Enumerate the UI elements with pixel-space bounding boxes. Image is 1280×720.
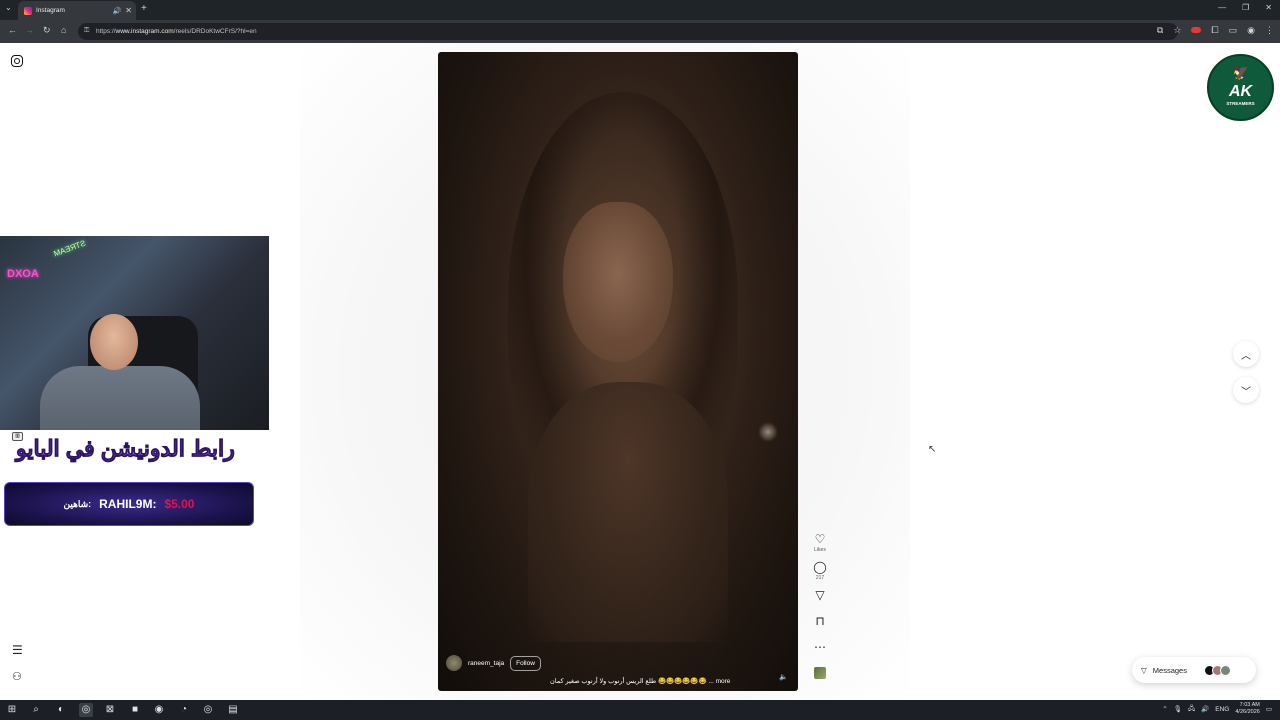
system-tray: ⌃ 🎙 🖧 🔊 ENG 7:03 AM 4/26/2026 ▭ [1162, 702, 1272, 716]
reel-video[interactable]: raneem_taja Follow طلع الريس أرنوب ولا أ… [438, 52, 798, 691]
menu-kebab-icon[interactable]: ⋮ [1265, 25, 1274, 36]
messages-button[interactable]: ▽ Messages [1132, 657, 1256, 683]
home-icon[interactable]: ⌂ [61, 25, 66, 35]
sidebar-icon[interactable]: ▭ [1229, 25, 1238, 36]
donation-amount: $5.00 [164, 497, 195, 511]
follow-button[interactable]: Follow [510, 655, 541, 671]
message-avatars [1203, 664, 1231, 676]
clock-date: 4/26/2026 [1235, 709, 1260, 715]
browser-tab-strip: ⌄ Instagram 🔊 ✕ + — ❐ ✕ [0, 0, 1280, 20]
mic-icon[interactable]: 🎙 [1174, 705, 1182, 713]
donor-name: RAHIL9M: [99, 497, 157, 511]
discord-icon[interactable]: ◔ [177, 703, 191, 717]
url-path: /reels/DRDoKtwCFrS/?hl=en [173, 28, 257, 35]
next-reel-button[interactable]: ﹀ [1233, 377, 1259, 403]
volume-icon[interactable]: 🔊 [1201, 705, 1209, 713]
neon-sign-pink: DXOA [7, 268, 39, 280]
excel-icon[interactable]: ⊠ [103, 703, 117, 717]
reel-caption[interactable]: طلع الريس أرنوب ولا أرنوب صغير كمان 😂😂😂😂… [550, 677, 730, 685]
audio-thumbnail[interactable] [814, 667, 826, 679]
send-icon: ▽ [1141, 665, 1147, 675]
instagram-favicon-icon [24, 6, 32, 15]
chrome-icon[interactable]: ◎ [79, 703, 93, 717]
donation-banner: شاهين: RAHIL9M: $5.00 [4, 482, 254, 526]
video-subject-body [528, 382, 728, 642]
windows-taskbar: ⊞ ⌕ ◐ ◎ ⊠ ■ ◉ ◔ ◎ ▤ ⌃ 🎙 🖧 🔊 ENG 7:03 AM … [0, 700, 1280, 720]
comment-icon[interactable]: ◯ [813, 561, 826, 573]
url-scheme: https:// [96, 28, 116, 35]
chevron-up-icon: ︿ [1241, 350, 1251, 362]
author-username[interactable]: raneem_taja [468, 660, 504, 667]
more-options-icon[interactable]: ⋯ [814, 641, 826, 653]
site-info-icon[interactable]: ⚿ [84, 27, 89, 35]
address-bar-row: ← → ↻ ⌂ ⚿ https://www.instagram.com/reel… [0, 20, 1280, 43]
restore-icon[interactable]: ❐ [1242, 3, 1249, 12]
eagle-icon: 🦅 [1231, 64, 1250, 80]
close-window-icon[interactable]: ✕ [1265, 3, 1272, 12]
author-avatar[interactable] [446, 655, 462, 671]
back-arrow-icon[interactable]: ← [8, 25, 17, 35]
neon-sign-green: STREAM [52, 238, 87, 259]
streamer-webcam: STREAM DXOA [0, 236, 269, 430]
likes-label: Likes [814, 547, 826, 553]
tab-instagram[interactable]: Instagram 🔊 ✕ [18, 1, 136, 20]
minimize-icon[interactable]: — [1218, 3, 1226, 12]
url-input[interactable]: ⚿ https://www.instagram.com/reels/DRDoKt… [78, 23, 1178, 40]
cast-icon[interactable]: ⧉ [1157, 25, 1163, 36]
speaker-icon[interactable]: 🔊 [113, 7, 122, 15]
messages-label: Messages [1152, 665, 1187, 675]
streamer-shirt [40, 366, 200, 430]
windows-start-icon[interactable]: ⊞ [5, 703, 19, 717]
logo-brand: AK [1228, 83, 1253, 100]
app-icon[interactable]: ◉ [152, 703, 166, 717]
bookmark-star-icon[interactable]: ☆ [1173, 25, 1181, 36]
like-heart-icon[interactable]: ♡ [815, 533, 826, 545]
close-tab-icon[interactable]: ✕ [125, 6, 132, 15]
comments-count: 217 [815, 575, 825, 581]
extensions-icon[interactable]: ⧠ [1211, 25, 1218, 36]
share-icon[interactable]: ▽ [815, 589, 824, 601]
more-menu-icon[interactable]: ☰ [12, 643, 23, 657]
obs-icon[interactable]: ■ [128, 703, 142, 717]
donation-link-title: رابط الدونيشن في البايو [16, 436, 236, 462]
forward-arrow-icon[interactable]: → [25, 25, 34, 35]
tab-title: Instagram [36, 7, 65, 14]
instagram-logo-icon[interactable] [11, 55, 23, 67]
notepad-icon[interactable]: ▤ [226, 703, 240, 717]
notification-icon[interactable]: ▭ [1266, 705, 1272, 713]
chrome-profile-icon[interactable]: ◎ [201, 703, 215, 717]
clock-time: 7:03 AM [1239, 702, 1260, 708]
logo-sub: STREAMERS [1226, 101, 1255, 106]
video-subject-face [563, 202, 673, 362]
reload-icon[interactable]: ↻ [43, 25, 51, 36]
reel-author: raneem_taja Follow [446, 655, 541, 671]
url-host: www.instagram.com [115, 28, 174, 35]
previous-reel-button[interactable]: ︿ [1233, 341, 1259, 367]
ak-streamers-logo: 🦅 AK STREAMERS [1207, 54, 1274, 121]
language-indicator[interactable]: ENG [1215, 706, 1229, 713]
tray-chevron-up-icon[interactable]: ⌃ [1162, 705, 1167, 713]
toolbar-icons: ⧉ ☆ ⧠ ▭ ◉ ⋮ [1157, 25, 1274, 36]
window-controls: — ❐ ✕ [1218, 3, 1272, 12]
edge-icon[interactable]: ◐ [54, 703, 68, 717]
streamer-head [90, 314, 138, 370]
clock[interactable]: 7:03 AM 4/26/2026 [1235, 702, 1259, 716]
chevron-down-icon: ﹀ [1241, 386, 1251, 398]
video-light [758, 422, 778, 442]
mute-icon[interactable]: 🔈 [779, 673, 788, 681]
profile-icon[interactable]: ◉ [1247, 25, 1255, 36]
save-bookmark-icon[interactable]: ⊓ [815, 615, 824, 627]
search-icon[interactable]: ⌕ [29, 703, 43, 717]
also-from-meta-icon[interactable]: ⚇ [12, 670, 22, 683]
network-icon[interactable]: 🖧 [1188, 704, 1195, 715]
avatar [1219, 664, 1231, 676]
donor-arabic-name: شاهين: [63, 498, 92, 509]
tab-list-chevron-icon[interactable]: ⌄ [5, 3, 12, 12]
new-tab-button[interactable]: + [141, 3, 147, 14]
mouse-cursor-icon: ↖ [928, 444, 937, 455]
reel-actions: ♡ Likes ◯ 217 ▽ ⊓ ⋯ [810, 533, 830, 679]
record-extension-icon[interactable] [1191, 27, 1202, 33]
